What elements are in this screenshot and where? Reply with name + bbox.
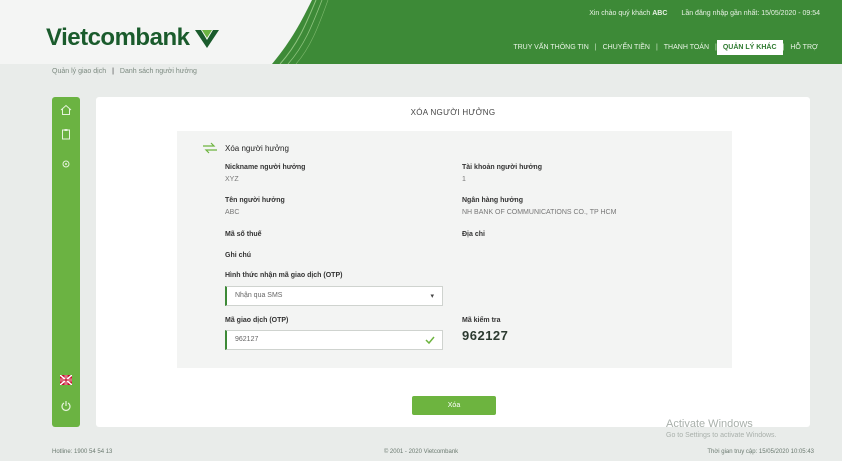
nav-truy-van[interactable]: TRUY VẤN THÔNG TIN bbox=[507, 40, 594, 55]
otp-label: Mã giao dịch (OTP) bbox=[225, 317, 289, 324]
logo-mark-icon bbox=[195, 30, 220, 48]
beneficiary-name-value: ABC bbox=[225, 209, 240, 216]
footer: Hotline: 1900 54 54 13 © 2001 - 2020 Vie… bbox=[0, 446, 842, 461]
otp-input[interactable]: 962127 bbox=[225, 330, 443, 350]
nickname-label: Nickname người hưởng bbox=[225, 164, 306, 171]
breadcrumb-home[interactable]: Quản lý giao dịch bbox=[52, 68, 106, 75]
nav-quan-ly-khac[interactable]: QUẢN LÝ KHÁC bbox=[716, 40, 783, 55]
main-panel: XÓA NGƯỜI HƯỞNG Xóa người hưởng Nickname… bbox=[96, 97, 810, 427]
clipboard-icon[interactable] bbox=[59, 127, 73, 141]
nav-ho-tro[interactable]: HỖ TRỢ bbox=[784, 40, 824, 55]
transfer-arrows-icon bbox=[203, 142, 217, 154]
last-login: Lần đăng nhập gần nhất: 15/05/2020 - 09:… bbox=[681, 10, 820, 17]
address-label: Địa chỉ bbox=[462, 231, 485, 238]
watermark-subtitle: Go to Settings to activate Windows. bbox=[666, 432, 777, 439]
nav-thanh-toan[interactable]: THANH TOÁN bbox=[658, 40, 715, 55]
main-nav: TRUY VẤN THÔNG TIN | CHUYỂN TIỀN | THANH… bbox=[507, 40, 824, 55]
settings-icon[interactable] bbox=[59, 157, 73, 171]
greeting: Xin chào quý khách ABC bbox=[589, 10, 667, 17]
nav-chuyen-tien[interactable]: CHUYỂN TIỀN bbox=[597, 40, 656, 55]
delete-button[interactable]: Xóa bbox=[412, 396, 496, 415]
sidebar bbox=[52, 97, 80, 427]
user-info: Xin chào quý khách ABC Lần đăng nhập gần… bbox=[589, 10, 820, 17]
tax-code-label: Mã số thuế bbox=[225, 231, 262, 238]
otp-method-select[interactable]: Nhận qua SMS ▾ bbox=[225, 286, 443, 306]
delete-beneficiary-form: Xóa người hưởng Nickname người hưởng XYZ… bbox=[177, 131, 732, 368]
account-label: Tài khoản người hưởng bbox=[462, 164, 542, 171]
otp-method-selected: Nhận qua SMS bbox=[235, 292, 283, 299]
otp-method-label: Hình thức nhận mã giao dịch (OTP) bbox=[225, 272, 343, 279]
captcha-label: Mã kiểm tra bbox=[462, 317, 501, 324]
greeting-label: Xin chào quý khách bbox=[589, 10, 651, 17]
flag-icon[interactable] bbox=[59, 373, 73, 387]
header-banner: Xin chào quý khách ABC Lần đăng nhập gần… bbox=[272, 0, 842, 64]
bank-value: NH BANK OF COMMUNICATIONS CO., TP HCM bbox=[462, 209, 617, 216]
greeting-name: ABC bbox=[652, 10, 668, 17]
section-header: Xóa người hưởng bbox=[201, 142, 289, 154]
power-icon[interactable] bbox=[59, 399, 73, 413]
beneficiary-name-label: Tên người hưởng bbox=[225, 197, 285, 204]
check-icon bbox=[425, 336, 435, 345]
home-icon[interactable] bbox=[59, 103, 73, 117]
breadcrumb-separator: | bbox=[112, 68, 114, 75]
bank-label: Ngân hàng hưởng bbox=[462, 197, 523, 204]
captcha-code: 962127 bbox=[462, 328, 509, 343]
nickname-value: XYZ bbox=[225, 176, 239, 183]
page-title: XÓA NGƯỜI HƯỞNG bbox=[410, 108, 496, 117]
watermark-title: Activate Windows bbox=[666, 418, 753, 430]
section-title: Xóa người hưởng bbox=[225, 143, 289, 153]
windows-activation-watermark: Activate Windows Go to Settings to activ… bbox=[666, 418, 777, 439]
breadcrumb: Quản lý giao dịch | Danh sách người hưởn… bbox=[52, 68, 197, 75]
vietcombank-logo[interactable]: Vietcombank bbox=[46, 24, 221, 52]
footer-access-time: Thời gian truy cập: 15/05/2020 10:05:43 bbox=[707, 449, 814, 455]
logo-text: Vietcombank bbox=[46, 24, 190, 51]
note-label: Ghi chú bbox=[225, 252, 252, 259]
otp-input-value: 962127 bbox=[235, 336, 259, 343]
chevron-down-icon: ▾ bbox=[430, 293, 434, 300]
account-value: 1 bbox=[462, 176, 466, 183]
breadcrumb-current: Danh sách người hưởng bbox=[119, 68, 197, 75]
